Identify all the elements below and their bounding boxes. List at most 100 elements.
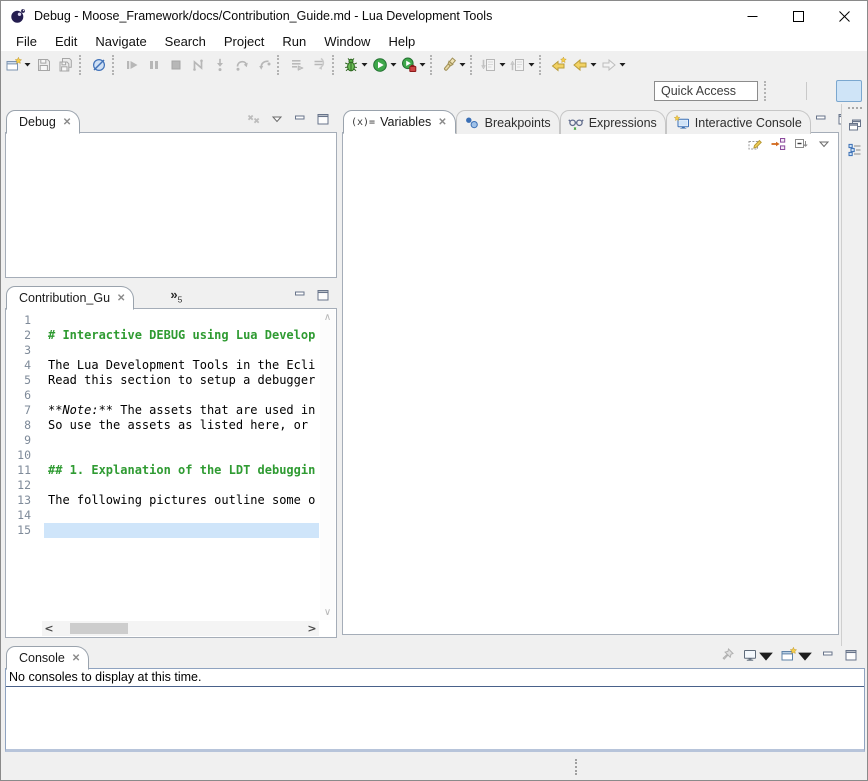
skip-all-breakpoints-button[interactable] xyxy=(88,53,110,77)
resume-button[interactable] xyxy=(121,53,143,77)
tab-console[interactable]: Console ✕ xyxy=(6,646,89,670)
dropdown-arrow-icon[interactable] xyxy=(758,648,774,664)
tab-editor-contribution-guide[interactable]: Contribution_Gu ✕ xyxy=(6,286,134,310)
quick-access-input[interactable]: Quick Access xyxy=(654,81,758,101)
forward-icon xyxy=(601,57,617,73)
view-menu-button[interactable] xyxy=(814,136,834,154)
minimize-button[interactable] xyxy=(290,287,310,305)
dropdown-arrow-icon[interactable] xyxy=(499,62,506,67)
step-return-button[interactable] xyxy=(253,53,275,77)
menu-file[interactable]: File xyxy=(7,32,46,51)
close-icon[interactable]: ✕ xyxy=(72,653,80,664)
tab-expressions[interactable]: Expressions xyxy=(560,110,666,134)
line-number: 12 xyxy=(6,478,40,493)
search-button[interactable] xyxy=(439,53,468,77)
drop-to-frame-button[interactable] xyxy=(308,53,330,77)
save-button[interactable] xyxy=(33,53,55,77)
menu-run[interactable]: Run xyxy=(273,32,315,51)
line-number: 9 xyxy=(6,433,40,448)
tab-variables[interactable]: (x)=Variables✕ xyxy=(343,110,456,134)
menu-help[interactable]: Help xyxy=(379,32,424,51)
remove-all-terminated-button[interactable] xyxy=(244,111,264,129)
trim-drag-handle[interactable] xyxy=(848,107,862,110)
new-wizard-button[interactable] xyxy=(4,53,33,77)
suspend-button[interactable] xyxy=(143,53,165,77)
disconnect-button[interactable] xyxy=(187,53,209,77)
dropdown-arrow-icon[interactable] xyxy=(390,62,397,67)
dropdown-arrow-icon[interactable] xyxy=(24,62,31,67)
window-minimize-icon[interactable] xyxy=(729,1,775,31)
editor-horizontal-scrollbar[interactable]: < > xyxy=(42,621,319,636)
menu-search[interactable]: Search xyxy=(156,32,215,51)
debug-perspective-button[interactable] xyxy=(836,80,862,102)
scrollbar-thumb[interactable] xyxy=(70,623,128,634)
code-line xyxy=(44,433,319,448)
maximize-button[interactable] xyxy=(313,111,333,129)
dropdown-arrow-icon[interactable] xyxy=(528,62,535,67)
minimize-icon xyxy=(820,647,836,666)
scroll-down-icon[interactable]: ∨ xyxy=(324,607,331,618)
menu-project[interactable]: Project xyxy=(215,32,273,51)
window-maximize-icon[interactable] xyxy=(775,1,821,31)
menu-edit[interactable]: Edit xyxy=(46,32,86,51)
minimize-button[interactable] xyxy=(818,647,838,665)
scroll-up-icon[interactable]: ∧ xyxy=(324,312,331,323)
scroll-right-icon[interactable]: > xyxy=(305,622,319,635)
menu-window[interactable]: Window xyxy=(315,32,379,51)
code-area[interactable]: # Interactive DEBUG using Lua DevelopThe… xyxy=(44,309,319,620)
maximize-button[interactable] xyxy=(313,287,333,305)
use-step-filters-button[interactable] xyxy=(286,53,308,77)
show-type-names-button[interactable] xyxy=(745,136,765,154)
next-annotation-button[interactable] xyxy=(479,53,508,77)
open-perspective-button[interactable] xyxy=(777,80,803,102)
editor-content[interactable]: 123456789101112131415 # Interactive DEBU… xyxy=(5,308,337,638)
maximize-button[interactable] xyxy=(841,647,861,665)
dropdown-arrow-icon[interactable] xyxy=(419,62,426,67)
external-tools-button[interactable] xyxy=(399,53,428,77)
restore-view-button[interactable] xyxy=(845,117,865,135)
last-edit-location-button[interactable] xyxy=(548,53,570,77)
step-into-button[interactable] xyxy=(209,53,231,77)
dropdown-arrow-icon[interactable] xyxy=(619,62,626,67)
minimize-button[interactable] xyxy=(290,111,310,129)
step-into-icon xyxy=(212,57,228,73)
minimize-button[interactable] xyxy=(811,111,831,129)
open-console-button[interactable] xyxy=(779,647,815,665)
tab-interactive-console[interactable]: Interactive Console xyxy=(666,110,811,134)
dropdown-arrow-icon[interactable] xyxy=(361,62,368,67)
tab-debug[interactable]: Debug ✕ xyxy=(6,110,80,134)
hidden-editors-chevron[interactable]: »5 xyxy=(170,287,182,305)
lua-perspective-button[interactable] xyxy=(810,80,836,102)
terminate-button[interactable] xyxy=(165,53,187,77)
forward-button[interactable] xyxy=(599,53,628,77)
drop-to-frame-icon xyxy=(311,57,327,73)
collapse-all-button[interactable] xyxy=(791,136,811,154)
scroll-left-icon[interactable]: < xyxy=(42,622,56,635)
show-logical-structure-button[interactable] xyxy=(768,136,788,154)
dropdown-arrow-icon[interactable] xyxy=(797,648,813,664)
close-icon[interactable]: ✕ xyxy=(438,117,446,128)
step-over-button[interactable] xyxy=(231,53,253,77)
window-close-icon[interactable] xyxy=(821,1,867,31)
view-menu-button[interactable] xyxy=(267,111,287,129)
dropdown-arrow-icon[interactable] xyxy=(590,62,597,67)
tab-breakpoints[interactable]: Breakpoints xyxy=(456,110,560,134)
debug-button[interactable] xyxy=(341,53,370,77)
status-drag-handle[interactable] xyxy=(575,759,578,775)
previous-annotation-icon xyxy=(510,57,526,73)
open-console-icon xyxy=(781,647,797,666)
close-icon[interactable]: ✕ xyxy=(63,117,71,128)
menu-navigate[interactable]: Navigate xyxy=(86,32,155,51)
close-icon[interactable]: ✕ xyxy=(117,293,125,304)
toolbar-separator xyxy=(112,55,119,75)
display-console-button[interactable] xyxy=(740,647,776,665)
previous-annotation-button[interactable] xyxy=(508,53,537,77)
outline-view-button[interactable] xyxy=(845,142,865,160)
run-button[interactable] xyxy=(370,53,399,77)
editor-vertical-scrollbar[interactable]: ∧ ∨ xyxy=(320,310,335,620)
back-button[interactable] xyxy=(570,53,599,77)
save-all-button[interactable] xyxy=(55,53,77,77)
code-line: ## 1. Explanation of the LDT debuggin xyxy=(44,463,319,478)
dropdown-arrow-icon[interactable] xyxy=(459,62,466,67)
pin-console-button[interactable] xyxy=(717,647,737,665)
